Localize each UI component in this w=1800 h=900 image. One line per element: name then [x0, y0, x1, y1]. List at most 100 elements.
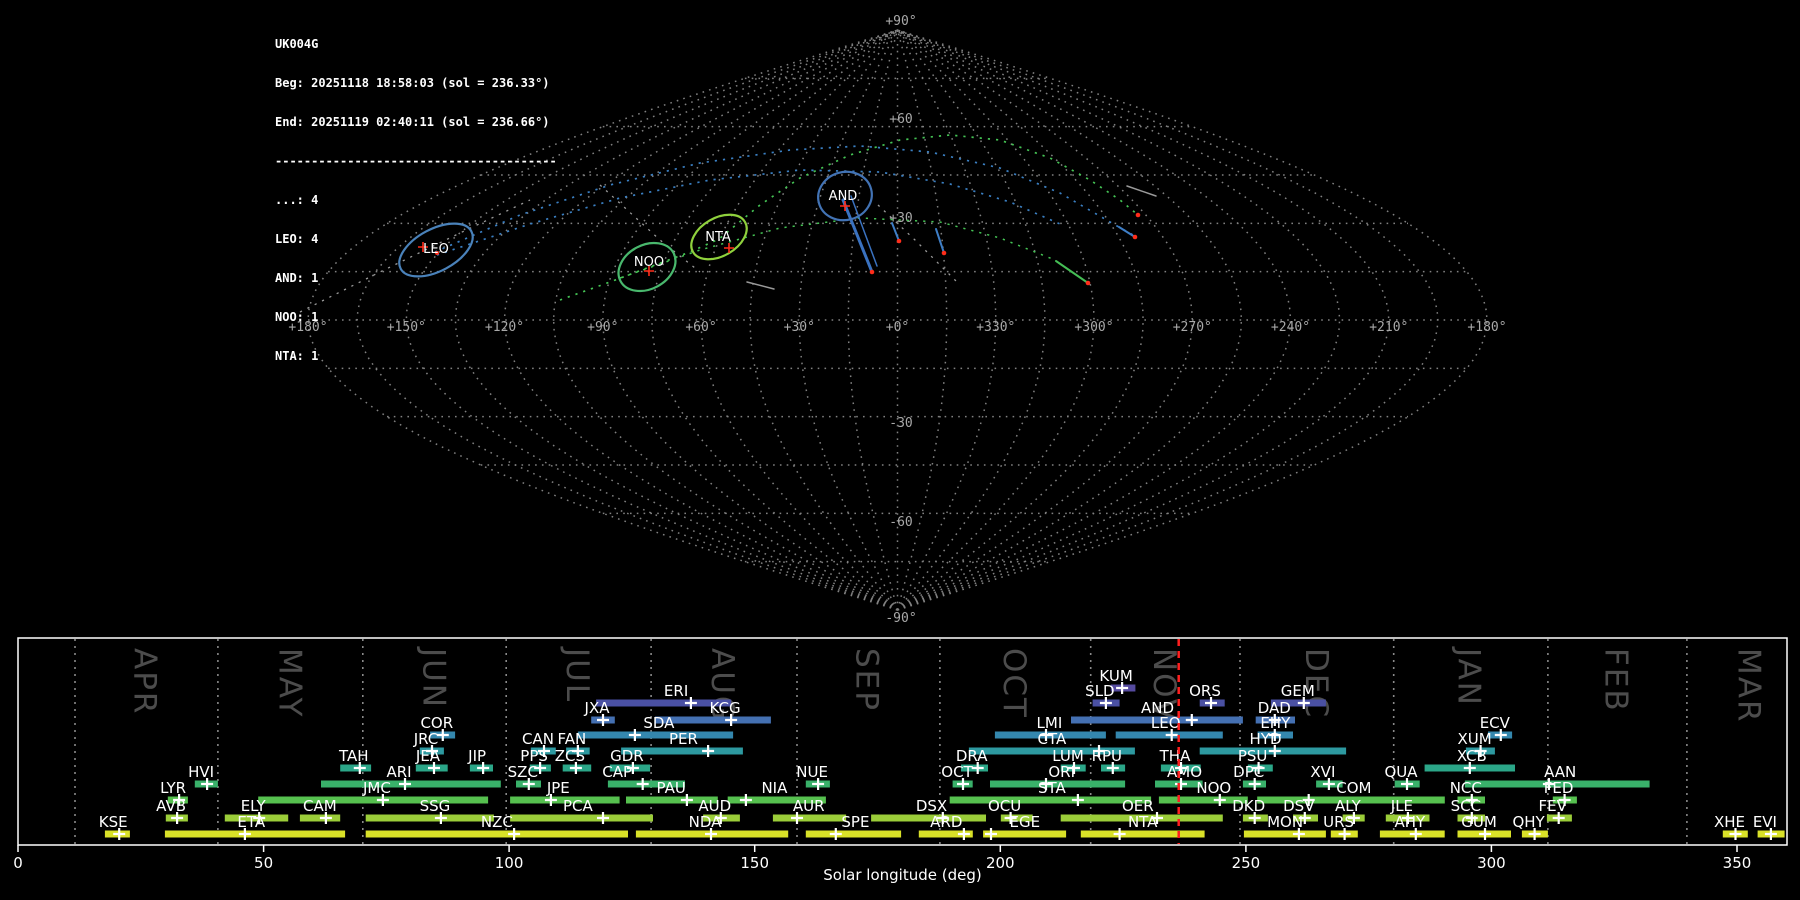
shower-label: NOO — [1196, 779, 1231, 797]
shower-label: FAN — [558, 730, 587, 748]
trail-endpoint — [869, 269, 875, 275]
shower-label: EGE — [1010, 813, 1041, 831]
map-latitude-label: -60 — [889, 515, 912, 530]
shower-xhe: XHE — [1714, 813, 1748, 840]
shower-label: GEM — [1281, 682, 1315, 700]
shower-jip: JIP — [467, 747, 493, 774]
radiant-drift-curve — [877, 204, 959, 284]
count-line-nta: NTA: 1 — [275, 349, 319, 363]
map-longitude-label: +30° — [784, 320, 815, 335]
month-label: SEP — [849, 648, 885, 712]
shower-label: LEO — [1151, 714, 1181, 732]
radiant-and: AND — [817, 170, 873, 222]
activity-timeline-chart: APR MAY JUN JUL AUG SEP OCT NOV DEC JAN FEB MARKUME… — [13, 637, 1788, 884]
shower-label: EVI — [1753, 813, 1777, 831]
map-latitude-label: -90° — [885, 611, 916, 626]
shower-ege: EGE — [983, 813, 1067, 840]
shower-label: PER — [669, 730, 698, 748]
shower-kse: KSE — [99, 813, 130, 840]
trail-endpoint — [1132, 234, 1138, 240]
shower-label: ORS — [1189, 682, 1221, 700]
shower-label: ETA — [237, 813, 265, 831]
obs-begin-line: Beg: 20251118 18:58:03 (sol = 236.33°) — [275, 76, 550, 90]
shower-peak-marker — [739, 794, 752, 806]
map-longitude-label: +0° — [886, 320, 909, 335]
shower-label: ARD — [930, 813, 962, 831]
shower-label: TAH — [338, 747, 369, 765]
shower-label: NCC — [1450, 779, 1482, 797]
shower-evi: EVI — [1753, 813, 1785, 840]
shower-label: FED — [1544, 779, 1574, 797]
shower-qhy: QHY — [1512, 813, 1548, 840]
shower-hvi: HVI — [188, 763, 218, 790]
shower-label: NZC — [481, 813, 513, 831]
shower-bar — [258, 796, 489, 804]
obs-end-line: End: 20251119 02:40:11 (sol = 236.66°) — [275, 115, 550, 129]
shower-label: HYD — [1250, 730, 1282, 748]
meteor-summary-page: { "station": { "lines": [ "UK004G", "Beg… — [0, 0, 1800, 900]
meteor-trail — [1126, 185, 1157, 197]
station-id-line: UK004G — [275, 37, 319, 51]
shower-label: XCB — [1457, 747, 1487, 765]
meteor-plots-canvas: +180° +150° +120° +90° +60° +30° +0° +330° +300°… — [13, 14, 1788, 884]
shower-label: NUE — [796, 763, 828, 781]
axis-tick-label: 100 — [495, 854, 524, 872]
map-latitude-label: -30 — [889, 416, 912, 431]
observation-info-block: UK004G Beg: 20251118 18:58:03 (sol = 236… — [275, 12, 557, 376]
shower-label: SPE — [841, 813, 869, 831]
month-label: FEB — [1598, 648, 1634, 713]
shower-label: JIP — [467, 747, 486, 765]
shower-label: NIA — [761, 779, 788, 797]
shower-label: LYR — [160, 779, 186, 797]
shower-ors: ORS — [1189, 682, 1225, 709]
shower-label: COM — [1336, 779, 1371, 797]
meteor-trail — [1118, 226, 1136, 238]
shower-avb: AVB — [156, 797, 188, 824]
trail-endpoint — [1085, 280, 1091, 286]
shower-label: KSE — [99, 813, 128, 831]
shower-label: OCT — [941, 763, 973, 781]
count-line-and: AND: 1 — [275, 271, 319, 285]
shower-label: ERI — [664, 682, 688, 700]
shower-label: PCA — [563, 797, 594, 815]
count-line-unclassified: ...: 4 — [275, 193, 319, 207]
shower-bar — [1243, 830, 1326, 838]
map-longitude-label: +60° — [685, 320, 716, 335]
count-line-noo: NOO: 1 — [275, 310, 319, 324]
shower-nue: NUE — [796, 763, 830, 790]
axis-tick-label: 350 — [1723, 854, 1752, 872]
shower-qua: QUA — [1384, 763, 1420, 790]
meteor-trail — [746, 281, 775, 290]
trail-endpoint — [896, 238, 902, 244]
shower-label: SSG — [420, 797, 451, 815]
shower-bar — [510, 814, 653, 822]
map-longitude-label: +180° — [1467, 320, 1506, 335]
shower-cam: CAM — [299, 797, 341, 824]
shower-peak-marker — [597, 812, 609, 824]
month-label: JUL — [559, 646, 595, 703]
shower-label: JPE — [546, 779, 570, 797]
month-label: MAR — [1730, 648, 1766, 724]
axis-tick-label: 50 — [254, 854, 273, 872]
shower-bar — [164, 830, 346, 838]
shower-label: AHY — [1394, 813, 1426, 831]
shower-label: SZC — [508, 763, 538, 781]
shower-label: AUR — [793, 797, 825, 815]
shower-label: QUA — [1384, 763, 1418, 781]
shower-bar — [772, 814, 847, 822]
shower-tah: TAH — [338, 747, 372, 774]
shower-dkd: DKD — [1232, 797, 1268, 824]
shower-label: CTA — [1038, 730, 1067, 748]
shower-label: CAP — [602, 763, 632, 781]
shower-label: HVI — [188, 763, 214, 781]
shower-label: XHE — [1714, 813, 1745, 831]
shower-bar — [871, 814, 986, 822]
shower-nda: NDA — [635, 813, 789, 840]
month-label: OCT — [996, 648, 1032, 719]
shower-sld: SLD — [1085, 682, 1120, 709]
shower-label: STA — [1038, 779, 1067, 797]
shower-label: MON — [1267, 813, 1303, 831]
shower-label: JRC — [413, 730, 439, 748]
shower-label: JMC — [362, 779, 391, 797]
axis-tick-label: 0 — [13, 854, 23, 872]
